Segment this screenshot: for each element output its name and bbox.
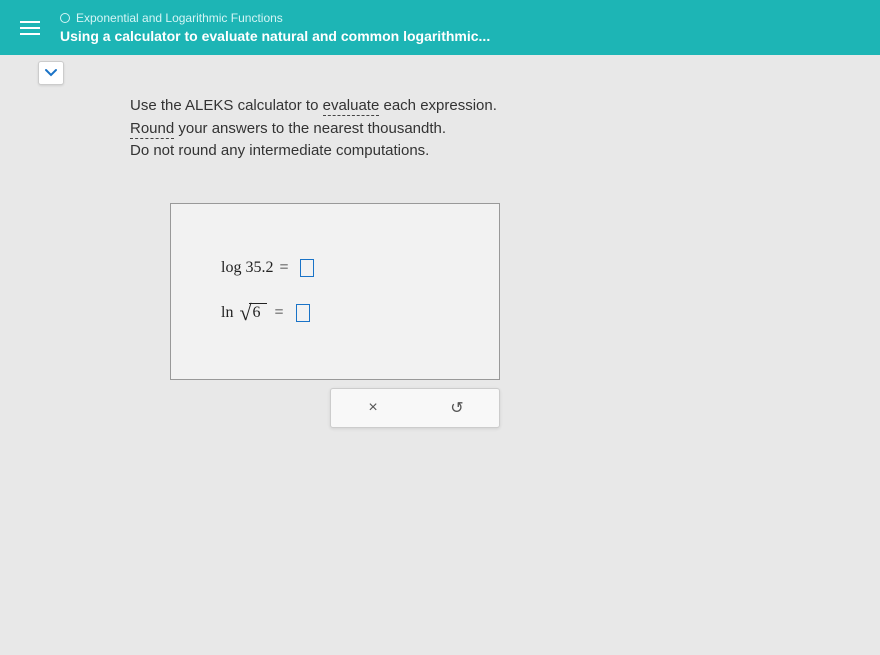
breadcrumb-label: Exponential and Logarithmic Functions xyxy=(76,11,283,25)
expression-1: log 35.2 = xyxy=(221,259,469,277)
expand-toggle[interactable] xyxy=(38,61,64,85)
reset-icon: ↺ xyxy=(450,398,463,418)
text: Use the ALEKS calculator to xyxy=(130,97,323,114)
instruction-line-1: Use the ALEKS calculator to evaluate eac… xyxy=(130,95,860,118)
log-label: log xyxy=(221,259,241,277)
ln-label: ln xyxy=(221,304,233,322)
content: Use the ALEKS calculator to evaluate eac… xyxy=(0,55,880,428)
breadcrumb: Exponential and Logarithmic Functions xyxy=(60,11,880,25)
text: each expression. xyxy=(379,97,497,114)
instructions: Use the ALEKS calculator to evaluate eac… xyxy=(60,55,880,183)
problem-box: log 35.2 = ln √ 6 = xyxy=(170,203,500,380)
log-arg: 35.2 xyxy=(245,259,273,277)
app-header: Exponential and Logarithmic Functions Us… xyxy=(0,0,880,55)
sqrt: √ 6 xyxy=(239,302,266,324)
answer-input-2[interactable] xyxy=(296,304,310,322)
circle-icon xyxy=(60,13,70,23)
action-bar: × ↺ xyxy=(330,388,500,428)
evaluate-term[interactable]: evaluate xyxy=(323,97,380,116)
equals: = xyxy=(279,259,288,277)
answer-input-1[interactable] xyxy=(300,259,314,277)
clear-button[interactable]: × xyxy=(353,393,393,423)
close-icon: × xyxy=(368,399,377,417)
menu-icon[interactable] xyxy=(0,21,60,35)
chevron-down-icon xyxy=(44,68,58,78)
text: your answers to the nearest thousandth. xyxy=(174,120,446,137)
expression-2: ln √ 6 = xyxy=(221,302,469,324)
instruction-line-2: Round your answers to the nearest thousa… xyxy=(130,118,860,141)
header-text: Exponential and Logarithmic Functions Us… xyxy=(60,11,880,44)
equals: = xyxy=(275,304,284,322)
sqrt-arg: 6 xyxy=(249,303,267,322)
round-term[interactable]: Round xyxy=(130,120,174,139)
reset-button[interactable]: ↺ xyxy=(437,393,477,423)
instruction-line-3: Do not round any intermediate computatio… xyxy=(130,140,860,163)
page-title: Using a calculator to evaluate natural a… xyxy=(60,28,880,44)
